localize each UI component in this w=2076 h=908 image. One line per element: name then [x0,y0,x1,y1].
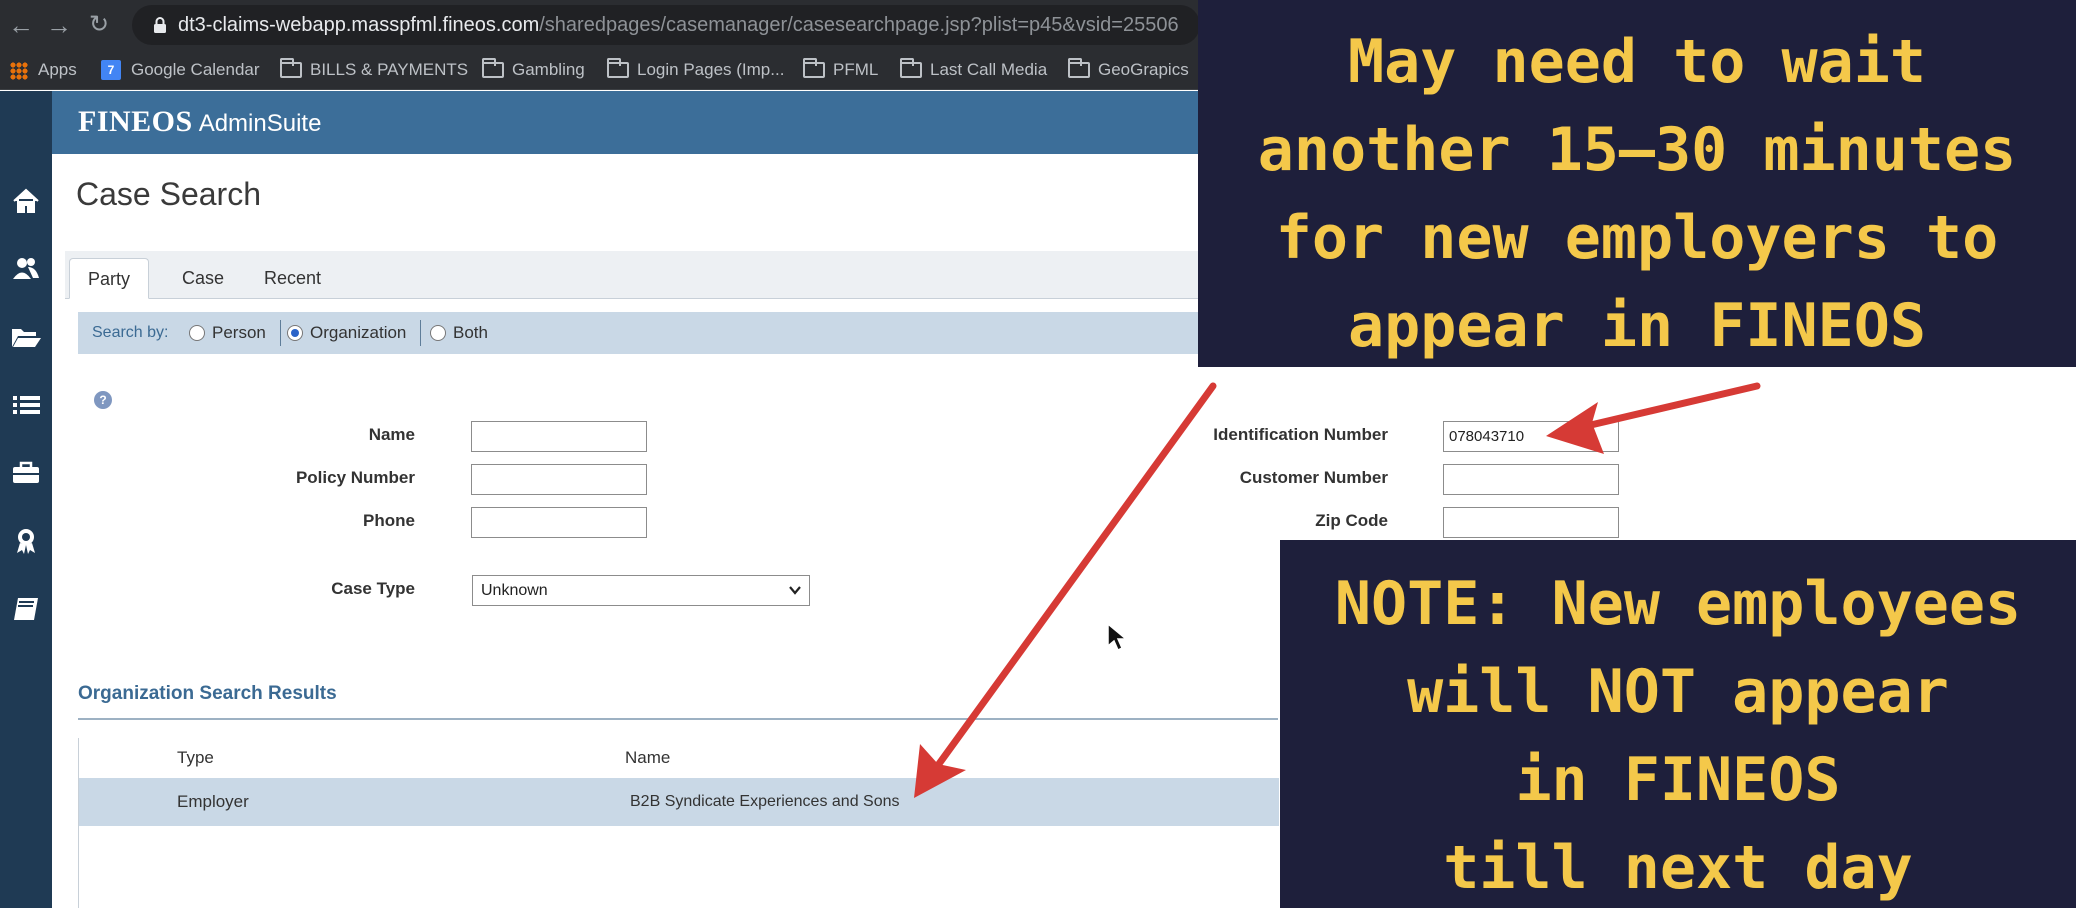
radio-organization-label[interactable]: Organization [310,312,406,354]
case-type-value: Unknown [481,582,548,599]
bookmark-google-calendar[interactable]: 7 Google Calendar [101,50,260,90]
policy-number-label: Policy Number [295,468,415,487]
radio-person-label[interactable]: Person [212,312,266,354]
folder-icon [1068,58,1090,78]
briefcase-icon[interactable] [6,453,46,493]
apps-grid-icon [10,62,28,80]
bookmark-label: BILLS & PAYMENTS [310,60,469,79]
bookmark-label: Google Calendar [131,60,260,79]
bookmark-gambling[interactable]: Gambling [482,50,585,90]
search-by-label: Search by: [92,324,169,341]
book-icon[interactable] [6,589,46,629]
list-icon[interactable] [6,385,46,425]
mouse-cursor-icon [1107,622,1128,652]
chevron-down-icon [789,586,801,595]
folder-icon [900,58,922,78]
people-icon[interactable] [6,249,46,289]
new-employees-note-overlay: NOTE: New employees will NOT appear in F… [1280,540,2076,908]
folder-icon [482,58,504,78]
radio-both[interactable] [430,325,446,341]
phone-input[interactable] [471,507,647,538]
bookmark-apps[interactable]: Apps [8,50,77,90]
tab-case[interactable]: Case [164,258,242,299]
bookmark-login-pages[interactable]: Login Pages (Imp... [607,50,784,90]
fineos-logo[interactable]: FINEOS AdminSuite [78,105,321,139]
folder-icon [803,58,825,78]
url-text: dt3-claims-webapp.masspfml.fineos.com/sh… [178,5,1179,45]
folder-open-icon[interactable] [6,317,46,357]
home-icon[interactable] [6,181,46,221]
help-icon[interactable]: ? [94,391,112,409]
forward-icon[interactable]: → [44,10,74,40]
bookmark-last-call-media[interactable]: Last Call Media [900,50,1047,90]
wait-note-line: another 15–30 minutes [1257,115,2017,185]
page-title: Case Search [76,176,261,212]
phone-label: Phone [363,511,415,530]
app-sidebar [0,91,52,908]
cell-name: B2B Syndicate Experiences and Sons [630,793,900,810]
new-employees-note-line: NOTE: New employees [1334,569,2022,639]
folder-icon [280,58,302,78]
bookmark-pfml[interactable]: PFML [803,50,878,90]
identification-number-input[interactable] [1443,421,1619,452]
tab-recent[interactable]: Recent [246,258,339,299]
url-path: /sharedpages/casemanager/casesearchpage.… [539,14,1179,36]
case-type-label: Case Type [331,579,415,598]
new-employees-note-line: till next day [1443,833,1913,903]
lock-icon [154,17,166,33]
results-title: Organization Search Results [78,683,337,704]
column-header-type[interactable]: Type [177,748,214,768]
back-icon[interactable]: ← [6,10,36,40]
name-input[interactable] [471,421,647,452]
app-header: FINEOS AdminSuite [52,91,1200,154]
folder-icon [607,58,629,78]
cell-type: Employer [177,792,249,811]
suite-name: AdminSuite [198,110,322,137]
customer-number-label: Customer Number [1239,468,1388,487]
zip-code-input[interactable] [1443,507,1619,538]
new-employees-note-line: in FINEOS [1515,745,1841,815]
name-label: Name [368,425,415,444]
address-bar[interactable]: dt3-claims-webapp.masspfml.fineos.com/sh… [132,5,1200,45]
wait-note-line: May need to wait [1348,27,1926,97]
wait-note-overlay: May need to wait another 15–30 minutes f… [1198,0,2076,367]
tab-party[interactable]: Party [69,258,150,299]
calendar-icon: 7 [101,60,121,80]
identification-number-label: Identification Number [1213,425,1388,444]
radio-person[interactable] [189,325,205,341]
bookmark-label: Apps [38,60,77,79]
bookmark-label: Login Pages (Imp... [637,60,785,79]
new-employees-note-line: will NOT appear [1407,657,1949,727]
case-type-select[interactable]: Unknown [472,575,810,606]
zip-code-label: Zip Code [1315,511,1388,530]
bookmark-label: Gambling [512,60,585,79]
bookmark-label: PFML [833,60,879,79]
policy-number-input[interactable] [471,464,647,495]
search-by-bar: Search by: Person Organization Both [78,312,1200,354]
page-title-bar: Case Search [52,154,1200,240]
arrow-to-employer-result [914,382,1217,798]
wait-note-line: for new employers to [1275,203,1999,273]
customer-number-input[interactable] [1443,464,1619,495]
bookmark-bills[interactable]: BILLS & PAYMENTS [280,50,468,90]
url-host: dt3-claims-webapp.masspfml.fineos.com [178,14,540,36]
radio-organization[interactable] [287,325,303,341]
results-divider [78,718,1278,720]
radio-both-label[interactable]: Both [453,312,488,354]
results-table: Type Name Employer B2B Syndicate Experie… [78,738,1279,908]
search-tabs: Party Case Recent [65,251,1200,299]
bookmark-label: GeoGrapics [1098,60,1189,79]
bookmark-geograpics[interactable]: GeoGrapics [1068,50,1189,90]
wait-note-line: appear in FINEOS [1348,291,1926,361]
divider [280,320,281,346]
award-icon[interactable] [6,521,46,561]
column-header-name[interactable]: Name [625,748,670,768]
reload-icon[interactable]: ↻ [84,10,114,40]
bookmark-label: Last Call Media [930,60,1048,79]
divider [420,320,421,346]
brand-name: FINEOS [78,105,193,138]
table-row[interactable]: Employer B2B Syndicate Experiences and S… [79,778,1279,826]
